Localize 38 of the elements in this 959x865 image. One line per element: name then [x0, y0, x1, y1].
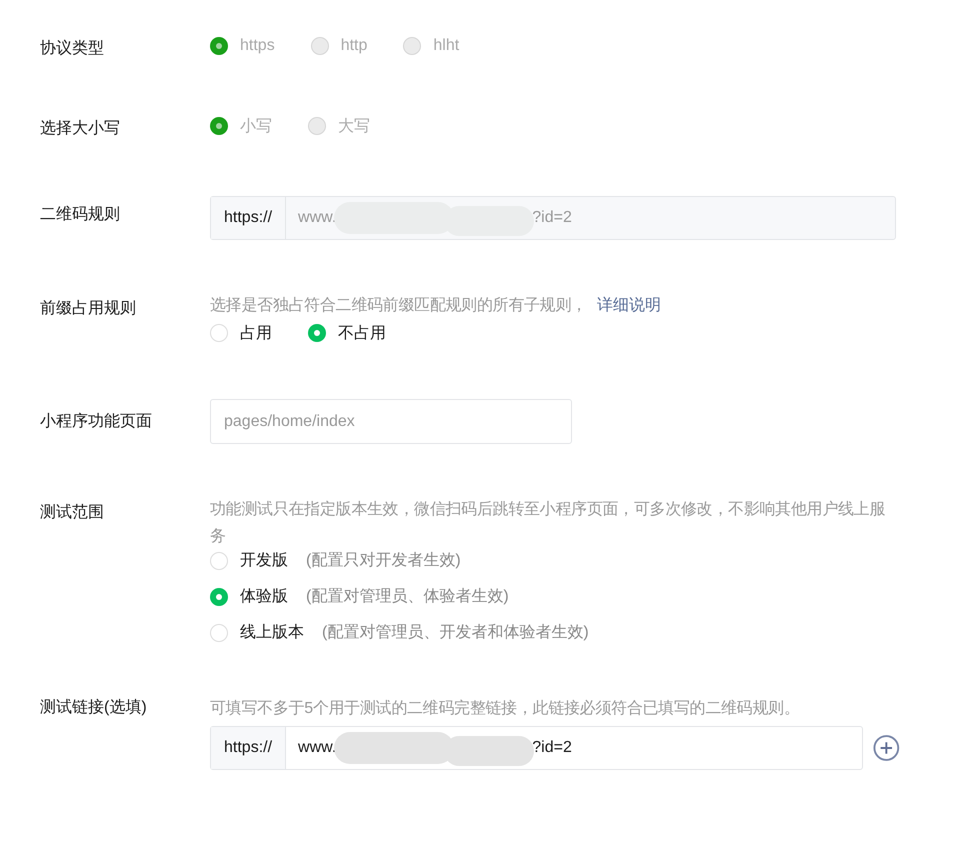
hint-text: 可填写不多于5个用于测试的二维码完整链接，此链接必须符合已填写的二维码规则。 — [210, 700, 800, 717]
option-label: 体验版 — [240, 587, 288, 607]
protocol-prefix: https:// — [211, 197, 286, 239]
radio-button[interactable] — [210, 324, 228, 342]
option-label: 不占用 — [338, 324, 386, 344]
url-start-text: www. — [298, 739, 336, 757]
option-label: 占用 — [240, 324, 272, 344]
field-label: 小程序功能页面 — [40, 412, 153, 432]
field-label: 前缀占用规则 — [40, 298, 137, 319]
option-label: 线上版本 — [240, 622, 304, 643]
option-note: (配置对管理员、开发者和体验者生效) — [322, 622, 589, 643]
radio-button[interactable] — [210, 624, 228, 642]
field-label: 测试链接(选填) — [40, 698, 148, 718]
radio-button[interactable] — [210, 552, 228, 570]
field-label: 测试范围 — [40, 502, 105, 523]
radio-button[interactable] — [308, 324, 326, 342]
option-label: hlht — [433, 37, 460, 55]
hint-text: 功能测试只在指定版本生效，微信扫码后跳转至小程序页面，可多次修改，不影响其他用户线上服务 — [210, 501, 886, 545]
protocol-prefix: https:// — [211, 727, 286, 769]
option-label: http — [340, 37, 368, 55]
option-label: https — [240, 37, 275, 55]
hint-text: 选择是否独占符合二维码前缀匹配规则的所有子规则， — [210, 297, 587, 314]
url-field[interactable]: https:// www. ?id=2 — [210, 726, 864, 770]
add-icon[interactable] — [873, 734, 900, 762]
page-path-field[interactable]: pages/home/index — [210, 399, 572, 444]
option-label: 小写 — [240, 116, 272, 136]
field-label: 协议类型 — [40, 38, 105, 59]
option-label: 开发版 — [240, 551, 288, 571]
url-end-text: ?id=2 — [532, 739, 572, 757]
url-end-text: ?id=2 — [532, 209, 572, 227]
option-label: 大写 — [338, 116, 370, 136]
option-note: (配置对管理员、体验者生效) — [306, 586, 509, 607]
option-note: (配置只对开发者生效) — [306, 550, 461, 571]
field-label: 二维码规则 — [40, 204, 121, 225]
url-start-text: www. — [298, 209, 336, 227]
radio-button[interactable] — [210, 588, 228, 606]
field-label: 选择大小写 — [40, 118, 121, 139]
details-link[interactable]: 详细说明 — [596, 297, 661, 314]
